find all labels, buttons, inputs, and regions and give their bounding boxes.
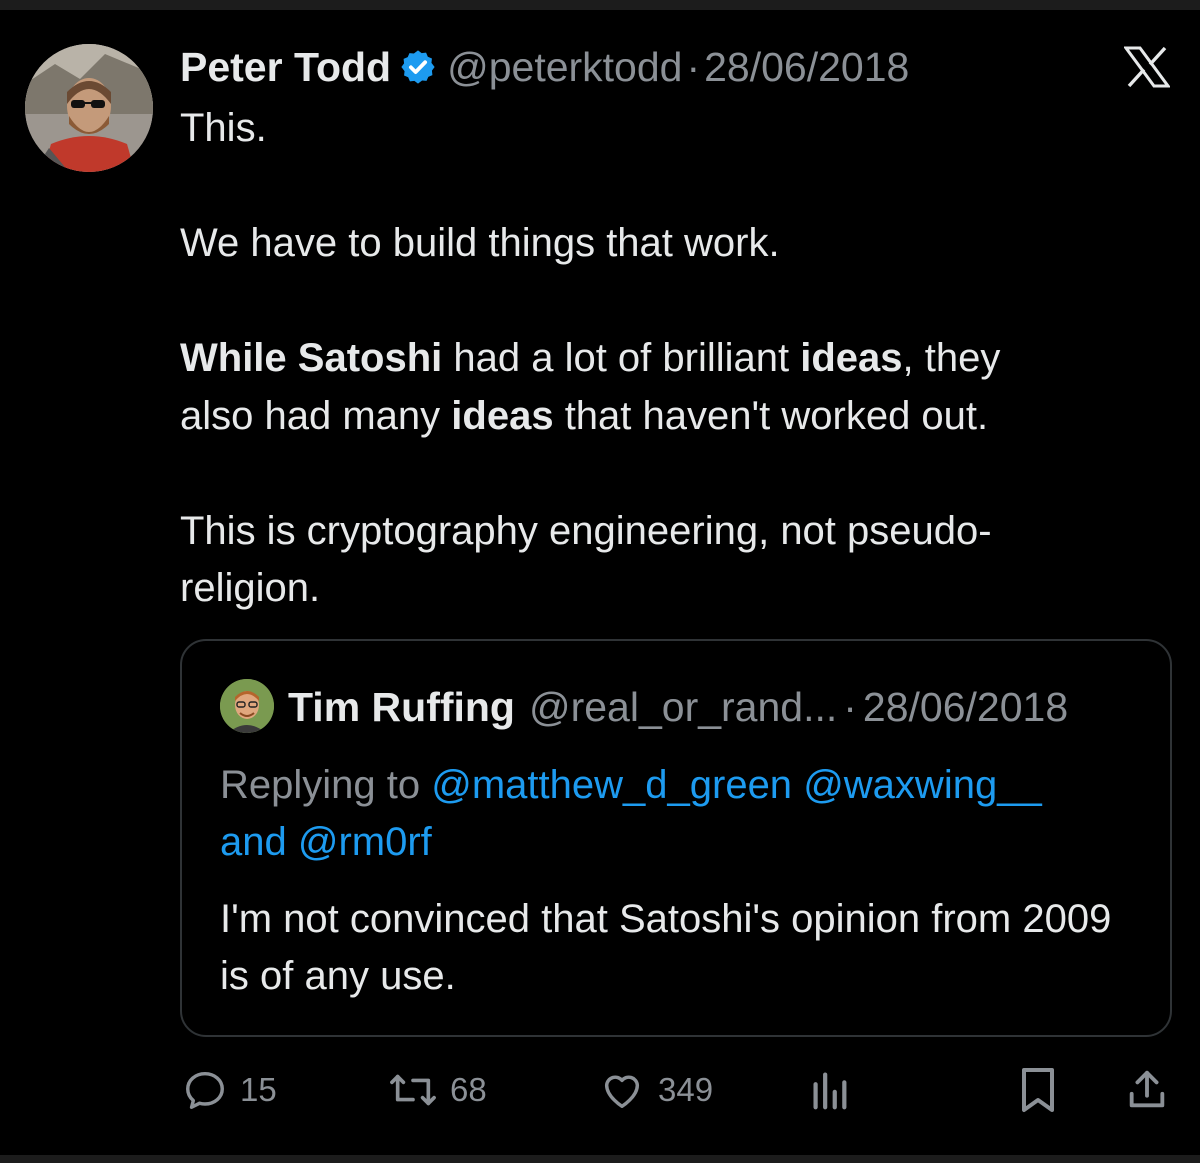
author-handle[interactable]: @peterktodd <box>447 44 682 90</box>
tweet-line: While Satoshi had a lot of brilliant ide… <box>180 330 1140 388</box>
verified-badge-icon <box>399 48 437 86</box>
tweet-line: also had many ideas that haven't worked … <box>180 388 1140 446</box>
heart-icon <box>598 1067 646 1113</box>
tweet-line: This is cryptography engineering, not ps… <box>180 508 992 553</box>
header-separator: · <box>686 44 701 90</box>
top-divider <box>0 0 1200 10</box>
repost-icon <box>388 1067 438 1113</box>
bold-text: ideas <box>451 393 554 438</box>
bookmark-button[interactable] <box>1016 1060 1060 1120</box>
tweet-text-span: , they <box>902 336 1001 380</box>
tweet-text-span: that haven't worked out. <box>553 393 989 438</box>
bold-text: While Satoshi <box>180 336 443 380</box>
quoted-header-separator: · <box>843 683 857 730</box>
action-bar: 15 68 349 <box>0 1060 1200 1120</box>
tweet-text-span: also had many <box>180 393 452 438</box>
replying-to: Replying to @matthew_d_green @waxwing__ … <box>220 757 1140 871</box>
reply-button[interactable]: 15 <box>182 1060 277 1120</box>
quoted-author-avatar[interactable] <box>220 679 274 733</box>
reply-count: 15 <box>240 1071 277 1108</box>
quoted-tweet-text: I'm not convinced that Satoshi's opinion… <box>220 897 1112 998</box>
bold-text: ideas <box>800 336 903 380</box>
like-button[interactable]: 349 <box>598 1060 713 1120</box>
mention-link[interactable]: and @rm0rf <box>220 820 432 864</box>
repost-count: 68 <box>450 1071 487 1108</box>
bookmark-icon <box>1016 1066 1060 1114</box>
x-logo-icon <box>1123 46 1171 88</box>
mention-link[interactable]: @matthew_d_green <box>431 763 792 807</box>
tweet-line: This. <box>180 106 267 150</box>
share-icon <box>1124 1066 1170 1114</box>
tweet-text-span: had a lot of brilliant <box>442 336 801 380</box>
quoted-author-name[interactable]: Tim Ruffing <box>288 684 515 731</box>
replying-to-label: Replying to <box>220 763 432 807</box>
quoted-header: Tim Ruffing @real_or_rand... · 28/06/201… <box>288 683 1068 731</box>
share-button[interactable] <box>1124 1060 1170 1120</box>
bottom-divider <box>0 1155 1200 1163</box>
tweet-date[interactable]: 28/06/2018 <box>704 44 909 90</box>
author-name[interactable]: Peter Todd <box>180 44 391 90</box>
reply-icon <box>182 1067 228 1113</box>
mention-link[interactable]: @waxwing__ <box>803 763 1042 807</box>
views-icon <box>808 1067 850 1113</box>
author-avatar-image <box>25 44 153 172</box>
tweet-header: Peter Todd @peterktodd · 28/06/2018 <box>180 44 909 90</box>
repost-button[interactable]: 68 <box>388 1060 487 1120</box>
quoted-author-handle[interactable]: @real_or_rand... <box>529 684 837 731</box>
tweet-line: We have to build things that work. <box>180 221 780 265</box>
quoted-avatar-image <box>220 679 274 733</box>
author-avatar[interactable] <box>25 44 153 172</box>
quoted-tweet-card[interactable]: Tim Ruffing @real_or_rand... · 28/06/201… <box>180 639 1172 1037</box>
views-button[interactable] <box>808 1060 850 1120</box>
tweet-body: This. We have to build things that work.… <box>180 100 1140 618</box>
like-count: 349 <box>658 1071 714 1108</box>
tweet-line: religion. <box>180 566 321 610</box>
quoted-date[interactable]: 28/06/2018 <box>863 684 1068 731</box>
